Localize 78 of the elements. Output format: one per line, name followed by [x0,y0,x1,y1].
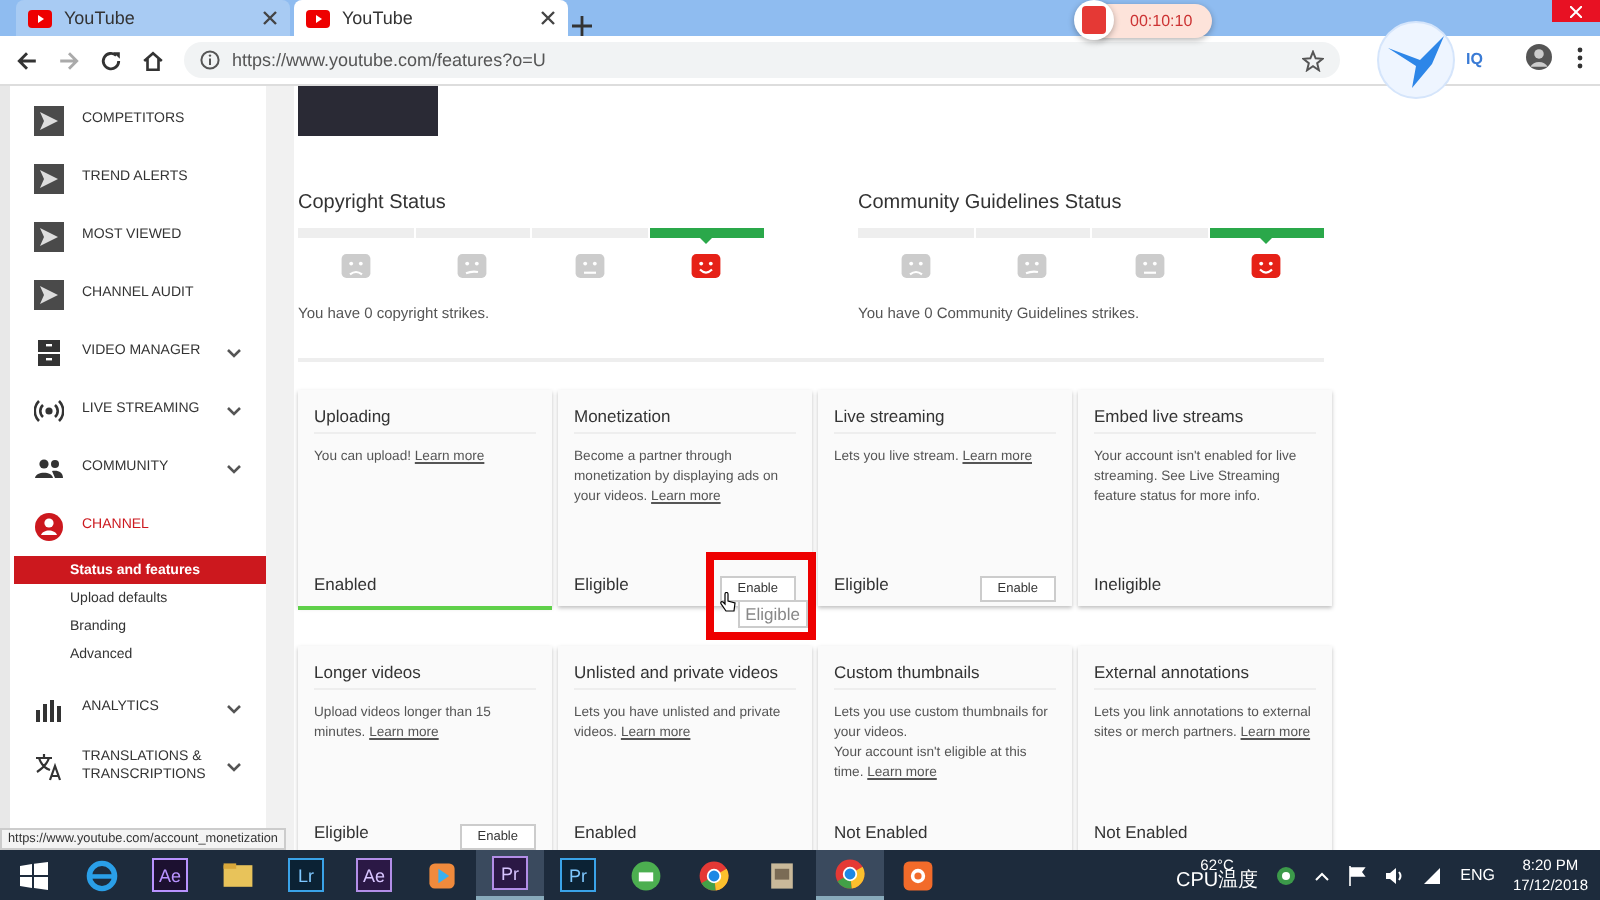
browser-tab[interactable]: YouTube [294,0,568,36]
chrome-icon[interactable] [696,857,732,893]
media-player-icon[interactable] [424,857,460,893]
network-status-icon[interactable] [1276,865,1297,885]
browser-e-icon[interactable] [84,857,120,893]
close-icon [1570,5,1582,17]
play-arrow-icon [34,280,64,310]
info-icon [200,50,220,70]
home-icon[interactable] [142,49,164,71]
star-icon[interactable] [1302,49,1324,71]
feature-status: Eligible [574,574,629,594]
list-icon [34,338,64,368]
feature-status: Eligible [834,574,889,594]
windows-start-icon[interactable] [20,861,48,889]
app-taskbar-icon[interactable]: Pr [560,858,596,892]
new-tab-icon[interactable] [572,16,592,36]
reload-icon[interactable] [100,49,122,71]
stop-icon [1082,6,1106,34]
feature-status: Eligible [314,822,369,842]
card-title: Unlisted and private videos [574,662,796,690]
smile-face-icon [689,254,722,278]
card-title: External annotations [1094,662,1316,690]
round-app-icon[interactable] [628,857,664,893]
browser-tab[interactable]: YouTube [16,0,290,36]
card-title: Custom thumbnails [834,662,1056,690]
person-icon [34,512,64,542]
sad-face-icon [340,254,373,278]
sad-face-icon [573,254,606,278]
language-indicator[interactable]: ENG [1460,866,1495,884]
smile-face-icon [1249,254,1282,278]
feature-status: Ineligible [1094,574,1162,594]
app-taskbar-icon[interactable]: Pr [492,856,528,890]
app-taskbar-icon[interactable]: Lr [288,858,324,892]
tooltip: Eligible [737,600,808,628]
close-icon[interactable] [540,10,556,26]
flag-icon[interactable] [1348,865,1367,885]
translate-icon [34,752,64,782]
avatar-icon[interactable] [1526,44,1552,70]
card-title: Uploading [314,406,536,434]
app-taskbar-icon[interactable]: Ae [152,858,188,892]
more-menu-icon[interactable] [1576,45,1584,69]
card-title: Longer videos [314,662,536,690]
sad-face-icon [1133,254,1166,278]
bird-logo-icon[interactable] [1372,20,1460,100]
play-arrow-icon [34,164,64,194]
feature-status: Not Enabled [834,822,928,842]
app-taskbar-icon[interactable]: Ae [356,858,392,892]
extension-label: IQ [1466,50,1483,68]
card-title: Monetization [574,406,796,434]
chrome-icon[interactable] [832,855,868,891]
feature-status: Enabled [314,574,377,594]
speaker-icon[interactable] [1384,865,1405,885]
address-bar[interactable]: https://www.youtube.com/features?o=U [184,42,1340,78]
play-arrow-icon [34,106,64,136]
play-arrow-icon [34,222,64,252]
feature-status: Enabled [574,822,637,842]
people-icon [34,454,64,484]
video-thumbnail [298,84,438,136]
signal-icon[interactable] [1422,865,1443,885]
close-icon[interactable] [262,10,278,26]
card-title: Live streaming [834,406,1056,434]
sad-face-icon [900,254,933,278]
youtube-icon [28,7,52,29]
window-close-button[interactable] [1552,0,1600,22]
section-title: Community Guidelines Status [858,192,1124,214]
youtube-icon [306,7,330,29]
caret-up-icon[interactable] [1314,869,1331,881]
sad-face-icon [456,254,489,278]
bar-chart-icon [34,694,64,724]
feature-status: Not Enabled [1094,822,1188,842]
camera-icon[interactable] [900,857,936,893]
sensor-label: CPU温度 [1175,872,1259,893]
back-icon[interactable] [16,49,38,71]
section-title: Copyright Status [298,192,448,214]
card-title: Embed live streams [1094,406,1316,434]
broadcast-icon [34,396,64,426]
folder-icon[interactable] [220,857,256,893]
sad-face-icon [1016,254,1049,278]
